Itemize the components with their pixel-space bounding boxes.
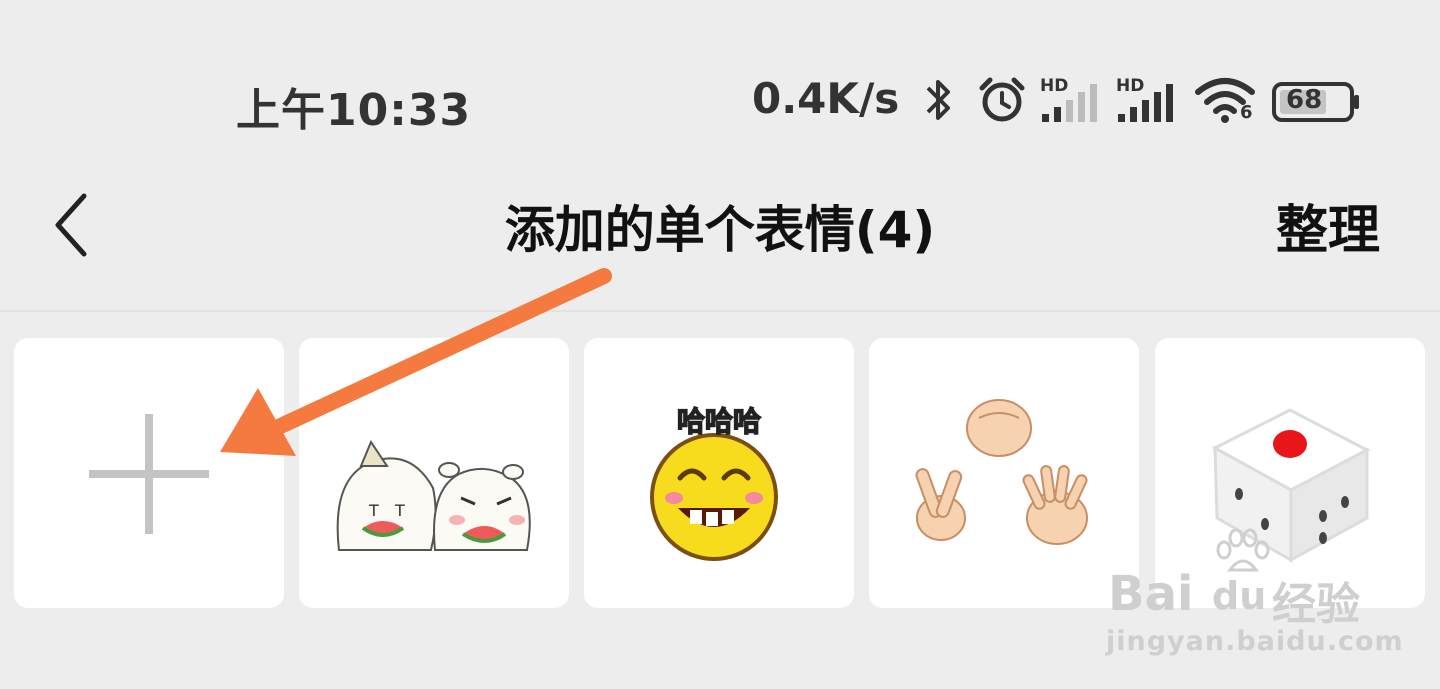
add-sticker-button[interactable] — [14, 338, 284, 608]
plus-icon — [89, 414, 209, 534]
battery-level: 68 — [1286, 85, 1323, 115]
status-time: 上午10:33 — [236, 85, 472, 136]
sticker-laughing-face[interactable]: 哈哈哈 — [584, 338, 854, 608]
sticker-dice[interactable] — [1155, 338, 1425, 608]
rock-paper-scissors-image — [915, 399, 1088, 545]
network-speed: 0.4K/s — [752, 74, 900, 123]
sticker-rock-paper-scissors[interactable] — [869, 338, 1139, 608]
laughing-face-image — [650, 433, 778, 561]
watermark-url: jingyan.baidu.com — [1106, 626, 1404, 657]
organize-button[interactable]: 整理 — [1276, 188, 1380, 263]
status-bar: 上午10:33 0.4K/s HD HD 6 68 — [0, 60, 1440, 145]
title-bar: 添加的单个表情(4) 整理 — [0, 150, 1440, 312]
wifi-badge: 6 — [1240, 102, 1253, 123]
dice-image — [1211, 408, 1371, 563]
sticker-grid: T T 哈哈哈 — [0, 338, 1440, 610]
alarm-icon — [979, 77, 1025, 122]
sticker-watermelon-friends[interactable]: T T — [299, 338, 569, 608]
page-title: 添加的单个表情(4) — [504, 201, 936, 259]
svg-text:T: T — [394, 501, 405, 520]
bluetooth-icon — [926, 80, 950, 120]
signal-2-icon: HD — [1116, 76, 1180, 124]
signal-1-icon: HD — [1040, 76, 1104, 124]
watermelon-friends-image: T T — [336, 439, 531, 551]
wifi-icon: 6 — [1194, 74, 1256, 126]
svg-text:T: T — [368, 501, 379, 520]
sticker-caption: 哈哈哈 — [676, 404, 762, 439]
